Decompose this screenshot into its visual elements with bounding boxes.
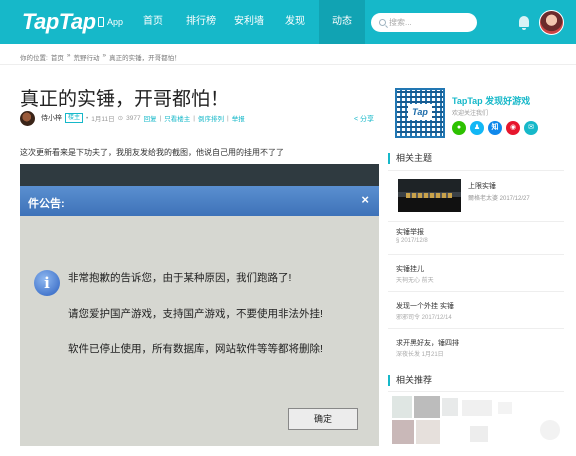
related-topics-heading: 相关主题 [388,153,432,164]
related-topic-meta: § 2017/12/8 [396,238,428,244]
qq-icon[interactable]: ♟ [470,121,484,135]
post-meta: 侍小梓 楼主 • 1月11日 ⊙ 3977 回复 | 只看楼主 | 倒序排列 |… [20,110,245,126]
breadcrumb-current: 真正的实锤，开哥都怕！ [109,55,181,62]
post-body: 这次更新看来是下功夫了，我朋友发给我的截图，他说自己用的挂用不了了 [20,148,284,157]
recommendations-heading: 相关推荐 [388,375,432,386]
breadcrumb-separator: » [102,52,107,59]
share-icon: < [354,116,359,123]
recommendation-thumbnail [392,420,414,444]
search-input[interactable]: 搜索... [371,13,477,32]
divider [388,391,564,392]
featured-topic-thumbnail[interactable] [398,179,461,212]
dialog-window: 件公告: × i 非常抱歉的告诉您，由于某种原因，我们跑路了! 请您爱护国产游戏… [20,186,379,446]
meta-separator: | [227,114,229,122]
reverse-order-link[interactable]: 倒序排列 [198,113,224,123]
user-avatar[interactable] [539,10,564,35]
breadcrumb-home[interactable]: 首页 [51,52,64,62]
search-icon [379,19,386,26]
views-icon: ⊙ [117,115,124,122]
related-topic-title[interactable]: 求开黑好友，锤四排 [396,338,459,348]
recommendation-thumbnail [498,402,512,414]
divider [388,291,564,292]
dialog-line: 请您爱护国产游戏，支持国产游戏，不要使用非法外挂! [68,308,323,320]
recommendation-thumbnail [470,426,488,442]
search-placeholder: 搜索... [389,18,412,27]
divider [388,328,564,329]
mail-icon[interactable]: ✉ [524,121,538,135]
featured-topic-title[interactable]: 上限实锤 [468,181,496,191]
related-topic-title[interactable]: 实锤挂儿 [396,264,424,274]
nav-item-feed[interactable]: 动态 [319,0,365,44]
phone-icon [98,17,104,27]
author-name[interactable]: 侍小梓 [41,113,62,123]
wechat-icon[interactable]: ● [452,121,466,135]
weibo-icon[interactable]: ◉ [506,121,520,135]
only-author-link[interactable]: 只看楼主 [164,113,190,123]
meta-dot: • [86,114,89,122]
close-icon: × [361,192,369,207]
app-link-label: App [107,17,124,27]
share-button[interactable]: < 分享 [354,114,374,124]
dialog-title: 件公告: [28,198,65,210]
promo-subtitle: 欢迎关注我们 [452,111,489,117]
breadcrumb: 你的位置: 首页 » 荒野行动 » 真正的实锤，开哥都怕！ [20,52,181,62]
social-links: ● ♟ 知 ◉ ✉ [452,121,538,135]
breadcrumb-label: 你的位置: [20,55,48,62]
view-count: 3977 [126,114,141,122]
post-title: 真正的实锤，开哥都怕！ [20,88,230,110]
taptap-logo[interactable]: TapTap [22,9,96,35]
report-link[interactable]: 举报 [232,113,245,123]
share-label: 分享 [360,116,375,123]
nav-item-discover[interactable]: 发现 [278,0,312,44]
related-topic-title[interactable]: 实锤举报 [396,227,424,237]
info-icon: i [34,270,60,296]
nav-item-rankings[interactable]: 排行榜 [181,0,221,44]
divider [0,64,576,65]
top-nav-bar: TapTap App 首页 排行榜 安利墙 发现 动态 搜索... [0,0,576,44]
dialog-ok-button: 确定 [288,408,358,430]
breadcrumb-game[interactable]: 荒野行动 [73,52,99,62]
promo-title: TapTap 发现好游戏 [452,96,531,106]
post-date: 1月11日 [91,116,115,123]
nav-item-home[interactable]: 首页 [138,0,168,44]
related-topic-meta: 天祠无心 前天 [396,278,434,284]
qr-logo: Tap [408,104,432,120]
related-topic-meta: 深夜长发 1月21日 [396,352,444,358]
author-avatar[interactable] [20,110,35,126]
post-image[interactable]: 件公告: × i 非常抱歉的告诉您，由于某种原因，我们跑路了! 请您爱护国产游戏… [20,164,379,446]
recommendation-thumbnail [442,398,458,416]
divider [388,170,564,171]
notification-bell-icon[interactable] [519,16,529,30]
meta-separator: | [159,114,162,122]
featured-topic-meta: 爾格老太婆 2017/12/27 [468,196,530,202]
related-topic-title[interactable]: 发现一个外挂 实锤 [396,301,454,311]
app-download-link[interactable]: App [98,17,123,27]
divider [388,221,564,222]
recommendation-thumbnail [392,396,412,418]
dialog-line: 非常抱歉的告诉您，由于某种原因，我们跑路了! [68,272,292,284]
author-tag: 楼主 [65,113,84,123]
recommendation-thumbnail [462,400,492,416]
recommendation-thumbnail [540,420,560,440]
dialog-title-bar: 件公告: × [20,186,379,216]
dialog-line: 软件已停止使用，所有数据库，网站软件等等都将删除! [68,343,323,355]
divider [388,254,564,255]
recommendation-thumbnail [414,396,440,418]
meta-separator: | [193,114,195,122]
related-topic-meta: 邪邪司令 2017/12/14 [396,315,452,321]
nav-item-recommend-wall[interactable]: 安利墙 [228,0,270,44]
zhihu-icon[interactable]: 知 [488,121,502,135]
breadcrumb-separator: » [66,52,71,59]
reply-link[interactable]: 回复 [144,113,157,123]
recommendation-thumbnail [416,420,440,444]
